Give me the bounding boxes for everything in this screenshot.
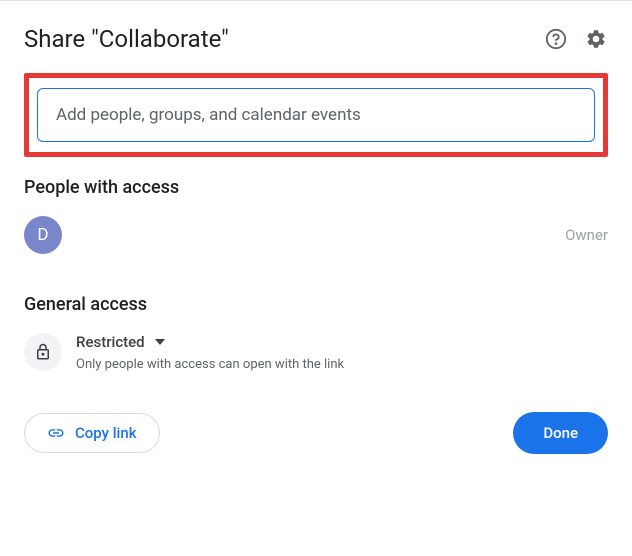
settings-icon[interactable]: [584, 27, 608, 51]
link-icon: [47, 424, 65, 442]
help-icon[interactable]: [544, 27, 568, 51]
share-dialog: Share "Collaborate" People with access D…: [0, 0, 632, 478]
dialog-title: Share "Collaborate": [24, 25, 229, 53]
general-access-section: General access Restricted Only people wi…: [24, 294, 608, 372]
general-heading: General access: [24, 294, 608, 315]
access-row: Restricted Only people with access can o…: [24, 333, 608, 372]
header-actions: [544, 27, 608, 51]
add-people-input[interactable]: [37, 88, 595, 142]
chevron-down-icon: [155, 339, 165, 345]
avatar: D: [24, 216, 62, 254]
copy-link-button[interactable]: Copy link: [24, 413, 160, 453]
access-level-label: Restricted: [76, 333, 145, 351]
copy-link-label: Copy link: [75, 424, 137, 442]
access-description: Only people with access can open with th…: [76, 357, 344, 372]
person-row: D Owner: [24, 216, 608, 254]
people-with-access-section: People with access D Owner: [24, 177, 608, 254]
input-highlight: [24, 73, 608, 157]
access-details: Restricted Only people with access can o…: [76, 333, 344, 372]
done-button[interactable]: Done: [513, 412, 608, 454]
lock-icon: [24, 333, 62, 371]
role-label: Owner: [565, 226, 608, 244]
dialog-footer: Copy link Done: [24, 412, 608, 454]
people-heading: People with access: [24, 177, 608, 198]
access-level-dropdown[interactable]: Restricted: [76, 333, 344, 351]
dialog-header: Share "Collaborate": [24, 25, 608, 53]
